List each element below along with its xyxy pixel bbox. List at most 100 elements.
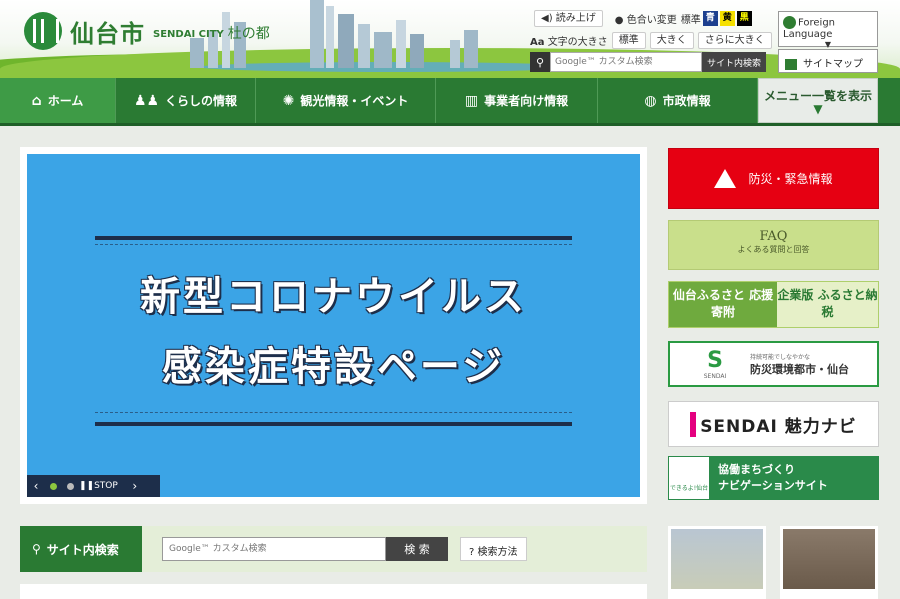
- prev-arrow-icon[interactable]: ‹: [27, 479, 45, 493]
- nav-city-info[interactable]: ◍ 市政情報: [598, 78, 758, 123]
- site-search-submit-button[interactable]: 検 索: [386, 537, 448, 561]
- kyodo-line2: ナビゲーションサイト: [718, 479, 828, 492]
- size-larger-button[interactable]: さらに大きく: [697, 31, 772, 49]
- carousel-stop-button[interactable]: ❚❚STOP: [79, 481, 118, 491]
- size-standard-button[interactable]: 標準: [611, 31, 646, 49]
- dekiruyo-sendai-icon: できるよ!仙台: [668, 456, 710, 500]
- search-howto-label: 検索方法: [477, 547, 518, 558]
- covid-banner[interactable]: 新型コロナウイルス 感染症特設ページ ‹ ❚❚STOP ›: [27, 154, 640, 497]
- site-search-label-text: サイト内検索: [46, 542, 119, 557]
- banner-rule-bottom: [95, 422, 572, 426]
- sitemap-button[interactable]: サイトマップ: [778, 49, 878, 73]
- text-size-label: Aa 文字の大きさ: [530, 33, 608, 48]
- banner-dotted-rule: [95, 244, 572, 245]
- nav-home[interactable]: ⌂ ホーム: [0, 78, 116, 123]
- read-aloud-button[interactable]: ◀) 読み上げ: [534, 9, 603, 27]
- home-icon: ⌂: [31, 92, 42, 109]
- disaster-info-button[interactable]: 防災・緊急情報: [668, 148, 879, 209]
- kyodo-line1: 協働まちづくり: [718, 463, 795, 476]
- banner-title-line1: 新型コロナウイルス: [140, 274, 527, 320]
- global-nav: ⌂ ホーム ♟♟ くらしの情報 ✺ 観光情報・イベント ▥ 事業者向け情報 ◍ 市政情報 …: [0, 78, 900, 126]
- color-standard-button[interactable]: 標準: [681, 11, 701, 26]
- sitemap-icon: [785, 58, 797, 70]
- nav-tourism[interactable]: ✺ 観光情報・イベント: [256, 78, 436, 123]
- accessibility-tools: ◀) 読み上げ ● 色合い変更 標準 青 黄 黒 Aa 文字の大きさ 標準 大き…: [530, 9, 772, 53]
- text-size-text: 文字の大きさ: [547, 36, 608, 48]
- mayor-photo: [671, 529, 763, 589]
- carousel-controls: ‹ ❚❚STOP ›: [27, 475, 160, 497]
- faq-subtitle: よくある質問と回答: [737, 245, 810, 254]
- banner-rule-top: [95, 236, 572, 240]
- nav-city-label: 市政情報: [662, 94, 711, 108]
- site-search-input[interactable]: [162, 537, 386, 561]
- foreign-language-button[interactable]: Foreign Language ▼: [778, 11, 878, 49]
- carousel-stop-label: STOP: [94, 481, 118, 491]
- family-icon: ♟♟: [133, 92, 160, 109]
- sitemap-label: サイトマップ: [803, 59, 863, 70]
- city-emblem-icon: ◍: [644, 92, 657, 109]
- faq-title: FAQ: [759, 229, 788, 244]
- nav-home-label: ホーム: [47, 94, 84, 108]
- env-small-text: 持続可能でしなやかな: [750, 353, 811, 361]
- chevron-down-icon: ▼: [813, 102, 823, 116]
- council-photo-card[interactable]: [780, 526, 878, 599]
- sendai-city-logo[interactable]: 仙台市 SENDAI CITY 杜の都: [24, 12, 270, 50]
- main-banner-frame: 新型コロナウイルス 感染症特設ページ ‹ ❚❚STOP ›: [20, 147, 647, 504]
- color-yellow-button[interactable]: 黄: [719, 10, 735, 26]
- color-black-button[interactable]: 黒: [736, 10, 752, 26]
- logo-english: SENDAI CITY: [153, 28, 224, 40]
- council-photo: [783, 529, 875, 589]
- logo-tagline: 杜の都: [227, 26, 270, 42]
- city-emblem-icon: [24, 12, 62, 50]
- question-icon: ?: [469, 547, 475, 558]
- logo-title: 仙台市: [70, 19, 145, 48]
- nav-living-label: くらしの情報: [165, 94, 238, 108]
- color-change-label: ● 色合い変更: [615, 11, 677, 26]
- color-label-text: 色合い変更: [626, 14, 677, 26]
- color-blue-button[interactable]: 青: [702, 10, 718, 26]
- nav-business[interactable]: ▥ 事業者向け情報: [436, 78, 598, 123]
- banner-title-line2: 感染症特設ページ: [161, 344, 506, 390]
- furusato-banner[interactable]: 仙台ふるさと 応援寄附 企業版 ふるさと納税: [668, 281, 879, 328]
- carousel-dot[interactable]: [50, 482, 57, 490]
- faq-banner[interactable]: FAQ よくある質問と回答: [668, 220, 879, 270]
- mayor-photo-card[interactable]: [668, 526, 766, 599]
- disaster-info-label: 防災・緊急情報: [748, 172, 833, 186]
- header-search-button[interactable]: サイト内検索: [702, 52, 767, 72]
- search-icon: ⚲: [32, 542, 41, 556]
- nav-living[interactable]: ♟♟ くらしの情報: [116, 78, 256, 123]
- kyodo-machizukuri-banner[interactable]: できるよ!仙台 協働まちづくりナビゲーションサイト: [668, 456, 879, 500]
- read-aloud-label: 読み上げ: [555, 12, 596, 24]
- sendai-s-logo: S SENDAI: [680, 348, 750, 380]
- carousel-dot[interactable]: [67, 482, 74, 490]
- fireworks-icon: ✺: [282, 92, 295, 109]
- furusato-donation: 仙台ふるさと 応援寄附: [669, 282, 777, 327]
- env-title: 防災環境都市・仙台: [750, 362, 849, 376]
- globe-icon: [783, 16, 796, 29]
- banner-dotted-rule: [95, 412, 572, 413]
- nav-business-label: 事業者向け情報: [484, 94, 569, 108]
- disaster-env-city-banner[interactable]: S SENDAI 持続可能でしなやかな 防災環境都市・仙台: [668, 341, 879, 387]
- nav-tourism-label: 観光情報・イベント: [300, 94, 409, 108]
- content-strip: [20, 584, 647, 599]
- sendai-nav-label: SENDAI 魅力ナビ: [690, 411, 857, 437]
- header-search: ⚲ サイト内検索: [530, 52, 767, 72]
- sendai-miryoku-navi-banner[interactable]: SENDAI 魅力ナビ: [668, 401, 879, 447]
- menu-list-button[interactable]: メニュー一覧を表示 ▼: [758, 78, 878, 123]
- text-size-icon: Aa: [530, 36, 545, 48]
- next-arrow-icon[interactable]: ›: [126, 479, 144, 493]
- size-large-button[interactable]: 大きく: [649, 31, 694, 49]
- search-icon: ⚲: [530, 52, 550, 72]
- palette-icon: ●: [614, 14, 624, 26]
- header-search-input[interactable]: [550, 52, 702, 72]
- corporate-furusato: 企業版 ふるさと納税: [777, 288, 878, 319]
- warning-icon: [714, 169, 737, 188]
- speaker-icon: ◀): [541, 12, 553, 24]
- pause-icon: ❚❚: [79, 481, 95, 491]
- site-search-bar: ⚲ サイト内検索 検 索 ? 検索方法: [20, 526, 647, 572]
- search-howto-link[interactable]: ? 検索方法: [460, 537, 527, 561]
- site-search-label: ⚲ サイト内検索: [20, 526, 142, 572]
- env-logo-text: SENDAI: [703, 373, 727, 380]
- building-icon: ▥: [464, 92, 479, 109]
- site-header: 仙台市 SENDAI CITY 杜の都 ◀) 読み上げ ● 色合い変更 標準 青…: [0, 0, 900, 78]
